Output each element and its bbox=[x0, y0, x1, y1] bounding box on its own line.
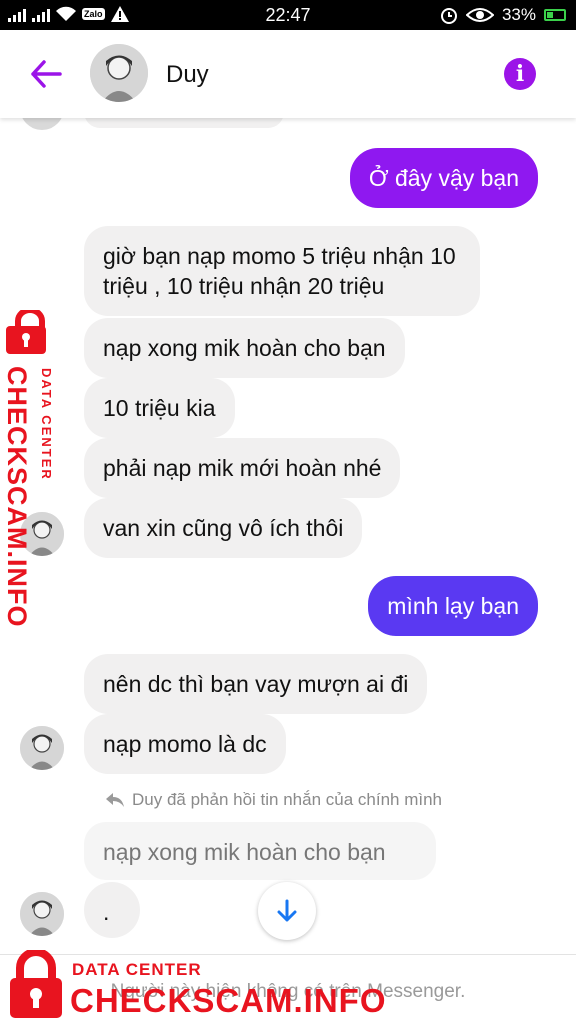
message-bubble-outgoing[interactable]: Ở đây vậy bạn bbox=[349, 148, 538, 208]
message-bubble-outgoing[interactable]: mình lạy bạn bbox=[368, 576, 538, 636]
watermark-side-big: CHECKSCAM.INFO bbox=[2, 366, 32, 628]
watermark-side: CHECKSCAM.INFO DATA CENTER bbox=[2, 310, 66, 628]
back-button[interactable] bbox=[26, 54, 66, 94]
avatar-illustration-icon bbox=[20, 726, 64, 770]
eye-icon bbox=[465, 8, 494, 22]
contact-name[interactable]: Duy bbox=[166, 61, 209, 89]
arrow-left-icon bbox=[31, 60, 62, 88]
watermark-bottom: DATA CENTER CHECKSCAM.INFO bbox=[6, 948, 386, 1024]
arrow-down-icon bbox=[277, 899, 297, 922]
message-bubble-incoming[interactable]: nạp xong mik hoàn cho bạn bbox=[84, 318, 405, 378]
quoted-message[interactable]: nạp xong mik hoàn cho bạn bbox=[84, 822, 436, 880]
reply-icon bbox=[106, 793, 124, 807]
message-bubble-incoming[interactable]: nên dc thì bạn vay mượn ai đi bbox=[84, 654, 428, 714]
reply-note-text: Duy đã phản hồi tin nhắn của chính mình bbox=[132, 790, 442, 809]
message-bubble-incoming[interactable]: van xin cũng vô ích thôi bbox=[84, 498, 363, 558]
message-bubble-incoming[interactable]: phải nạp mik mới hoàn nhé bbox=[84, 438, 401, 498]
sender-avatar[interactable] bbox=[20, 726, 64, 770]
lock-icon bbox=[6, 310, 46, 354]
reply-note: Duy đã phản hồi tin nhắn của chính mình bbox=[106, 790, 442, 810]
watermark-side-small: DATA CENTER bbox=[39, 368, 54, 481]
battery-icon bbox=[544, 9, 566, 21]
status-bar: Zalo 22:47 33% bbox=[0, 0, 576, 30]
message-bubble-incoming[interactable]: nạp momo là dc bbox=[84, 714, 286, 774]
info-button[interactable]: i bbox=[504, 58, 536, 90]
status-right-icons: 33% bbox=[440, 5, 566, 25]
sender-avatar[interactable] bbox=[20, 892, 64, 936]
avatar-illustration-icon bbox=[20, 892, 64, 936]
watermark-bottom-small: DATA CENTER bbox=[72, 960, 202, 979]
scroll-to-bottom-button[interactable] bbox=[258, 882, 316, 940]
watermark-bottom-big: CHECKSCAM.INFO bbox=[70, 982, 387, 1019]
info-icon: i bbox=[515, 61, 525, 87]
lock-icon bbox=[10, 950, 62, 1018]
message-bubble-incoming[interactable]: giờ bạn nạp momo 5 triệu nhận 10 triệu ,… bbox=[84, 226, 480, 316]
battery-percent: 33% bbox=[501, 5, 536, 24]
alarm-icon bbox=[440, 8, 457, 24]
conversation-header: Duy i bbox=[0, 30, 576, 118]
message-bubble-incoming[interactable]: 10 triệu kia bbox=[84, 378, 235, 438]
avatar-illustration-icon bbox=[90, 44, 148, 102]
message-bubble-incoming[interactable]: . bbox=[84, 882, 140, 938]
contact-avatar[interactable] bbox=[90, 44, 148, 102]
